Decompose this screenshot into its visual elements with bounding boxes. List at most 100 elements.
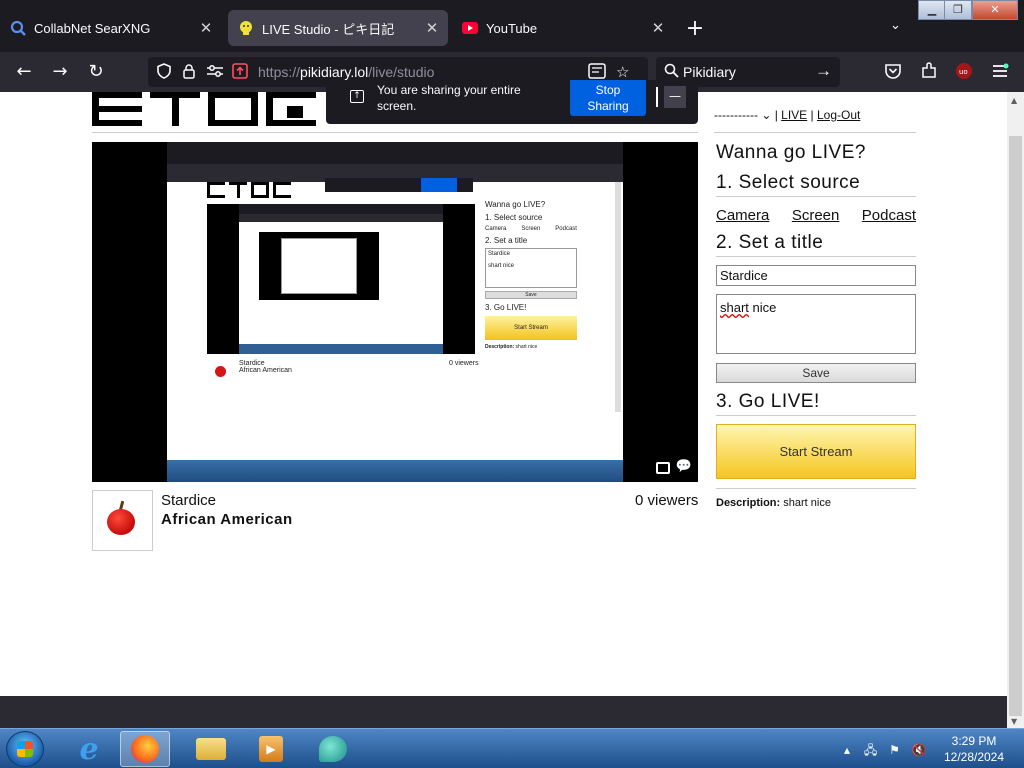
- stop-sharing-button[interactable]: Stop Sharing: [570, 80, 646, 116]
- screen-share-icon: ↑: [350, 90, 364, 103]
- captured-avatar: [215, 366, 226, 377]
- pocket-icon[interactable]: [882, 62, 904, 85]
- captured-tab-bar: [167, 142, 623, 164]
- source-options: Camera Screen Podcast: [716, 207, 916, 224]
- extensions-icon[interactable]: [918, 62, 940, 85]
- minimize-window-button[interactable]: ▁: [918, 0, 946, 20]
- bookmark-star-icon[interactable]: ☆: [616, 63, 629, 81]
- forward-arrow-icon[interactable]: →: [49, 62, 71, 82]
- captured-logo: [207, 182, 291, 198]
- logout-link[interactable]: Log-Out: [817, 108, 860, 122]
- captured-stop-button: [421, 178, 457, 192]
- source-screen-link[interactable]: Screen: [792, 207, 840, 224]
- scroll-up-arrow-icon[interactable]: ▲: [1011, 96, 1017, 105]
- site-logo[interactable]: [92, 92, 328, 126]
- lock-icon[interactable]: [182, 63, 196, 83]
- search-input[interactable]: Pikidiary: [683, 64, 736, 80]
- description-label: Description:: [716, 497, 781, 509]
- save-button[interactable]: Save: [716, 363, 916, 383]
- description-summary: Description: shart nice: [716, 497, 916, 509]
- minimize-notification-button[interactable]: —: [664, 86, 686, 108]
- start-stream-button[interactable]: Start Stream: [716, 424, 916, 479]
- step-select-source: 1. Select source: [716, 172, 916, 197]
- close-icon[interactable]: ✕: [648, 19, 668, 37]
- scroll-down-arrow-icon[interactable]: ▼: [1011, 717, 1017, 726]
- new-tab-button[interactable]: +: [684, 16, 706, 41]
- panel-heading: Wanna go LIVE?: [716, 142, 866, 163]
- captured-save-button: Save: [485, 291, 577, 299]
- volume-muted-icon[interactable]: 🔇: [912, 743, 927, 757]
- pikidiary-icon: [238, 20, 254, 36]
- maximize-window-button[interactable]: ❐: [944, 0, 972, 20]
- action-center-flag-icon[interactable]: ⚑: [889, 743, 900, 757]
- tab-label: LIVE Studio - ピキ日記: [262, 21, 395, 37]
- app-taskbar-button[interactable]: [308, 731, 358, 767]
- source-camera-link[interactable]: Camera: [716, 207, 769, 224]
- username-label: -----------: [714, 108, 758, 122]
- windows-taskbar: e ▶ ▴ 🖧 ⚑ 🔇 3:29 PM 12/28/2024: [0, 728, 1024, 768]
- close-window-button[interactable]: ✕: [972, 0, 1018, 20]
- username-dropdown[interactable]: ----------- ⌄: [714, 108, 771, 122]
- tab-label: YouTube: [486, 20, 538, 36]
- captured-nested-frame: [281, 238, 357, 294]
- folder-icon: [196, 738, 226, 760]
- internet-explorer-taskbar-button[interactable]: e: [64, 731, 114, 767]
- tab-live-studio[interactable]: LIVE Studio - ピキ日記 ✕: [228, 10, 448, 46]
- tab-list-chevron-icon[interactable]: ⌄: [890, 18, 901, 33]
- firefox-taskbar-button[interactable]: [120, 731, 170, 767]
- search-icon: [664, 63, 679, 81]
- close-icon[interactable]: ✕: [196, 19, 216, 37]
- reload-icon[interactable]: ↻: [85, 62, 107, 82]
- channel-avatar[interactable]: [92, 490, 153, 551]
- browser-tab-bar: CollabNet SearXNG ✕ LIVE Studio - ピキ日記 ✕…: [0, 0, 1024, 52]
- permissions-icon[interactable]: [206, 63, 224, 83]
- ublock-origin-icon[interactable]: uo: [953, 62, 975, 85]
- apple-icon: [107, 509, 135, 535]
- captured-taskbar: [167, 460, 623, 482]
- stop-sharing-label-line2: Sharing: [587, 99, 629, 113]
- title-input[interactable]: Stardice: [716, 265, 916, 286]
- app-menu-hamburger-icon[interactable]: [989, 62, 1011, 85]
- captured-heading: Wanna go LIVE?: [485, 200, 546, 209]
- system-clock[interactable]: 3:29 PM 12/28/2024: [934, 733, 1014, 765]
- live-link[interactable]: LIVE: [781, 108, 807, 122]
- network-icon[interactable]: 🖧: [864, 743, 877, 757]
- file-explorer-taskbar-button[interactable]: [186, 731, 236, 767]
- tab-collabnet-searxng[interactable]: CollabNet SearXNG ✕: [0, 8, 222, 48]
- scrollbar-thumb[interactable]: [1009, 136, 1022, 716]
- url-text[interactable]: https://pikidiary.lol/live/studio: [258, 64, 434, 80]
- close-icon[interactable]: ✕: [422, 19, 442, 37]
- captured-share-notice: [325, 178, 473, 192]
- tab-youtube[interactable]: YouTube ✕: [452, 8, 674, 48]
- description-textarea[interactable]: shart nice: [716, 294, 916, 354]
- captured-start-button: Start Stream: [485, 316, 577, 340]
- chevron-down-icon: ⌄: [761, 108, 772, 122]
- back-arrow-icon[interactable]: ←: [13, 62, 35, 82]
- captured-step1: 1. Select source: [485, 213, 543, 222]
- fullscreen-icon[interactable]: [656, 462, 670, 474]
- search-go-arrow-icon[interactable]: →: [815, 61, 832, 81]
- media-player-icon: ▶: [259, 736, 283, 762]
- page-scrollbar[interactable]: ▲ ▼: [1007, 92, 1024, 728]
- clock-date: 12/28/2024: [943, 750, 1005, 764]
- screen-share-indicator-icon[interactable]: [232, 63, 248, 83]
- captured-step2: 2. Set a title: [485, 236, 528, 245]
- show-hidden-icons-arrow-icon[interactable]: ▴: [844, 743, 850, 757]
- captured-scrollbar: [615, 182, 621, 412]
- live-video-preview[interactable]: Wanna go LIVE? 1. Select source Camera Sc…: [92, 142, 698, 482]
- captured-inner-video-nested: [259, 232, 379, 300]
- spellcheck-word: shart: [720, 300, 749, 315]
- chat-bubbles-icon[interactable]: 💬: [676, 459, 692, 474]
- shield-icon[interactable]: [156, 63, 172, 83]
- viewer-count: 0 viewers: [635, 492, 699, 509]
- svg-text:uo: uo: [959, 68, 968, 76]
- divider: [714, 132, 916, 133]
- description-text: nice: [748, 300, 777, 315]
- divider: [716, 488, 916, 489]
- captured-meta: Stardice African American: [239, 360, 292, 374]
- divider: [92, 132, 698, 133]
- source-podcast-link[interactable]: Podcast: [862, 207, 916, 224]
- media-player-taskbar-button[interactable]: ▶: [246, 731, 296, 767]
- channel-name[interactable]: Stardice: [161, 492, 216, 509]
- start-button[interactable]: [6, 731, 44, 767]
